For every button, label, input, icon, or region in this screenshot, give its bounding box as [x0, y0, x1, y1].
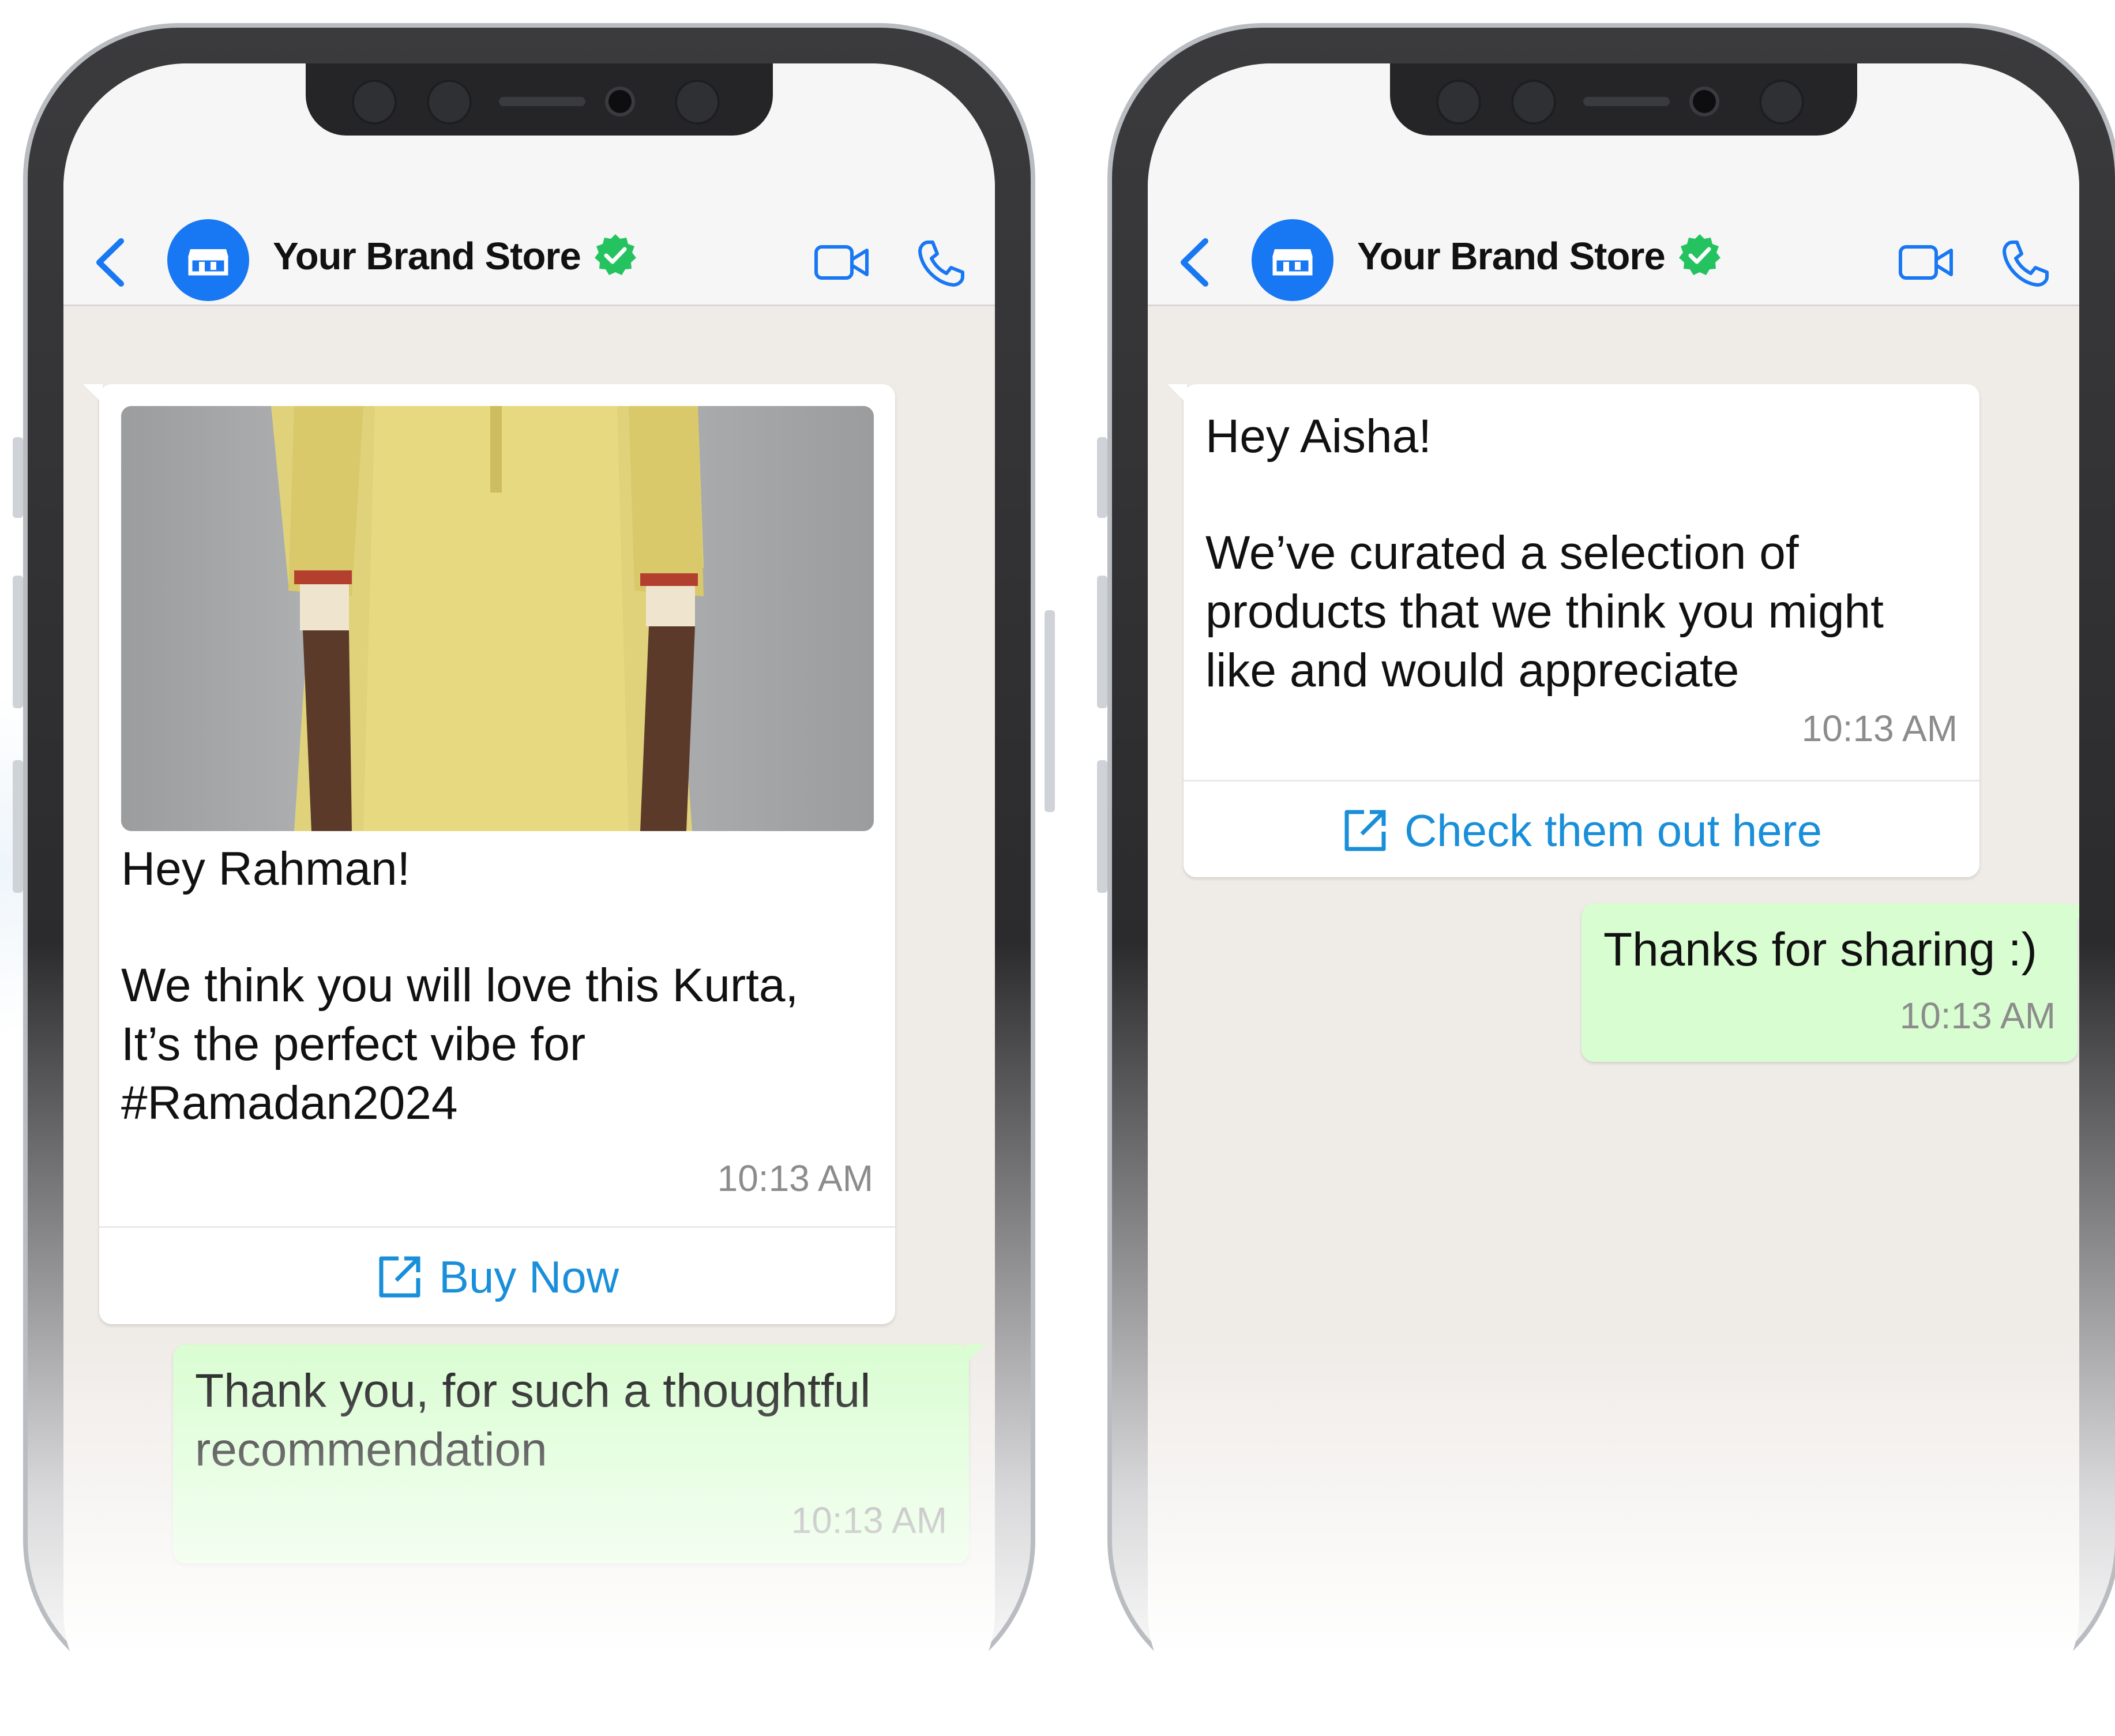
avatar[interactable] [167, 219, 249, 301]
chat-header: Your Brand Store [1148, 121, 2079, 306]
product-image[interactable] [121, 406, 874, 831]
mute-switch [13, 437, 23, 518]
cta-label: Buy Now [438, 1251, 619, 1302]
outgoing-message[interactable]: Thanks for sharing :) 10:13 AM [1581, 903, 2079, 1062]
earpiece-speaker [499, 97, 585, 106]
volume-up-button [1097, 576, 1107, 708]
mute-switch [1097, 437, 1107, 518]
message-timestamp: 10:13 AM [1899, 995, 2056, 1036]
phone-screen: Your Brand Store Hey Aisha! We’ve curate… [1148, 63, 2079, 1736]
power-button [1045, 610, 1055, 812]
chat-header: Your Brand Store [63, 121, 995, 306]
phone-screen: Your Brand Store Hey Rahman! We think yo… [63, 63, 995, 1736]
video-call-icon[interactable] [1898, 242, 1955, 283]
bubble-tail [966, 1344, 985, 1364]
buy-now-button[interactable]: Buy Now [99, 1228, 895, 1326]
earpiece-speaker [1583, 97, 1670, 106]
volume-down-button [1097, 760, 1107, 893]
reply-text: Thank you, for such a thoughtful recomme… [195, 1365, 871, 1476]
message-greeting: Hey Rahman! [121, 843, 411, 895]
front-sensor [1436, 80, 1481, 125]
contact-name[interactable]: Your Brand Store [273, 234, 581, 279]
bubble-tail [1167, 384, 1187, 404]
volume-down-button [13, 760, 23, 893]
message-greeting: Hey Aisha! [1205, 410, 1432, 463]
front-sensor [427, 80, 472, 125]
verified-badge-icon [1679, 234, 1720, 275]
incoming-message[interactable]: Hey Aisha! We’ve curated a selection of … [1167, 384, 1979, 880]
store-icon [1272, 249, 1313, 276]
front-sensor [352, 80, 397, 125]
message-body: We think you will love this Kurta, It’s … [121, 959, 799, 1129]
reply-text: Thanks for sharing :) [1603, 923, 2037, 976]
front-camera-lens [608, 90, 632, 113]
check-them-out-button[interactable]: Check them out here [1184, 781, 1979, 880]
external-link-icon [1344, 810, 1386, 851]
message-body: We’ve curated a selection of products th… [1205, 527, 1884, 697]
notch [1390, 63, 1857, 136]
chat-area: Hey Rahman! We think you will love this … [63, 306, 995, 1736]
phone-mockup-right: Your Brand Store Hey Aisha! We’ve curate… [1097, 23, 2115, 1736]
front-sensor [675, 80, 720, 125]
external-link-icon [379, 1256, 420, 1298]
front-sensor [1759, 80, 1804, 125]
verified-badge-icon [595, 234, 636, 275]
chevron-left-icon[interactable] [1175, 236, 1216, 288]
message-timestamp: 10:13 AM [791, 1500, 947, 1541]
store-icon [188, 249, 228, 276]
front-camera-lens [1693, 90, 1716, 113]
phone-call-icon[interactable] [2000, 238, 2052, 290]
kurta-photo [121, 406, 874, 831]
cta-label: Check them out here [1404, 805, 1823, 856]
outgoing-message[interactable]: Thank you, for such a thoughtful recomme… [173, 1344, 985, 1564]
bubble-tail [2074, 903, 2079, 923]
incoming-message[interactable]: Hey Rahman! We think you will love this … [83, 384, 895, 1326]
chevron-left-icon[interactable] [91, 236, 132, 288]
front-sensor [1511, 80, 1556, 125]
contact-name[interactable]: Your Brand Store [1357, 234, 1666, 279]
video-call-icon[interactable] [813, 242, 871, 283]
volume-up-button [13, 576, 23, 708]
message-timestamp: 10:13 AM [1801, 708, 1958, 749]
phone-mockup-left: Your Brand Store Hey Rahman! We think yo… [13, 23, 1055, 1736]
chat-area: Hey Aisha! We’ve curated a selection of … [1148, 306, 2079, 1736]
phone-call-icon[interactable] [915, 238, 967, 290]
bubble-tail [83, 384, 103, 404]
notch [306, 63, 773, 136]
message-timestamp: 10:13 AM [717, 1158, 873, 1199]
avatar[interactable] [1252, 219, 1333, 301]
